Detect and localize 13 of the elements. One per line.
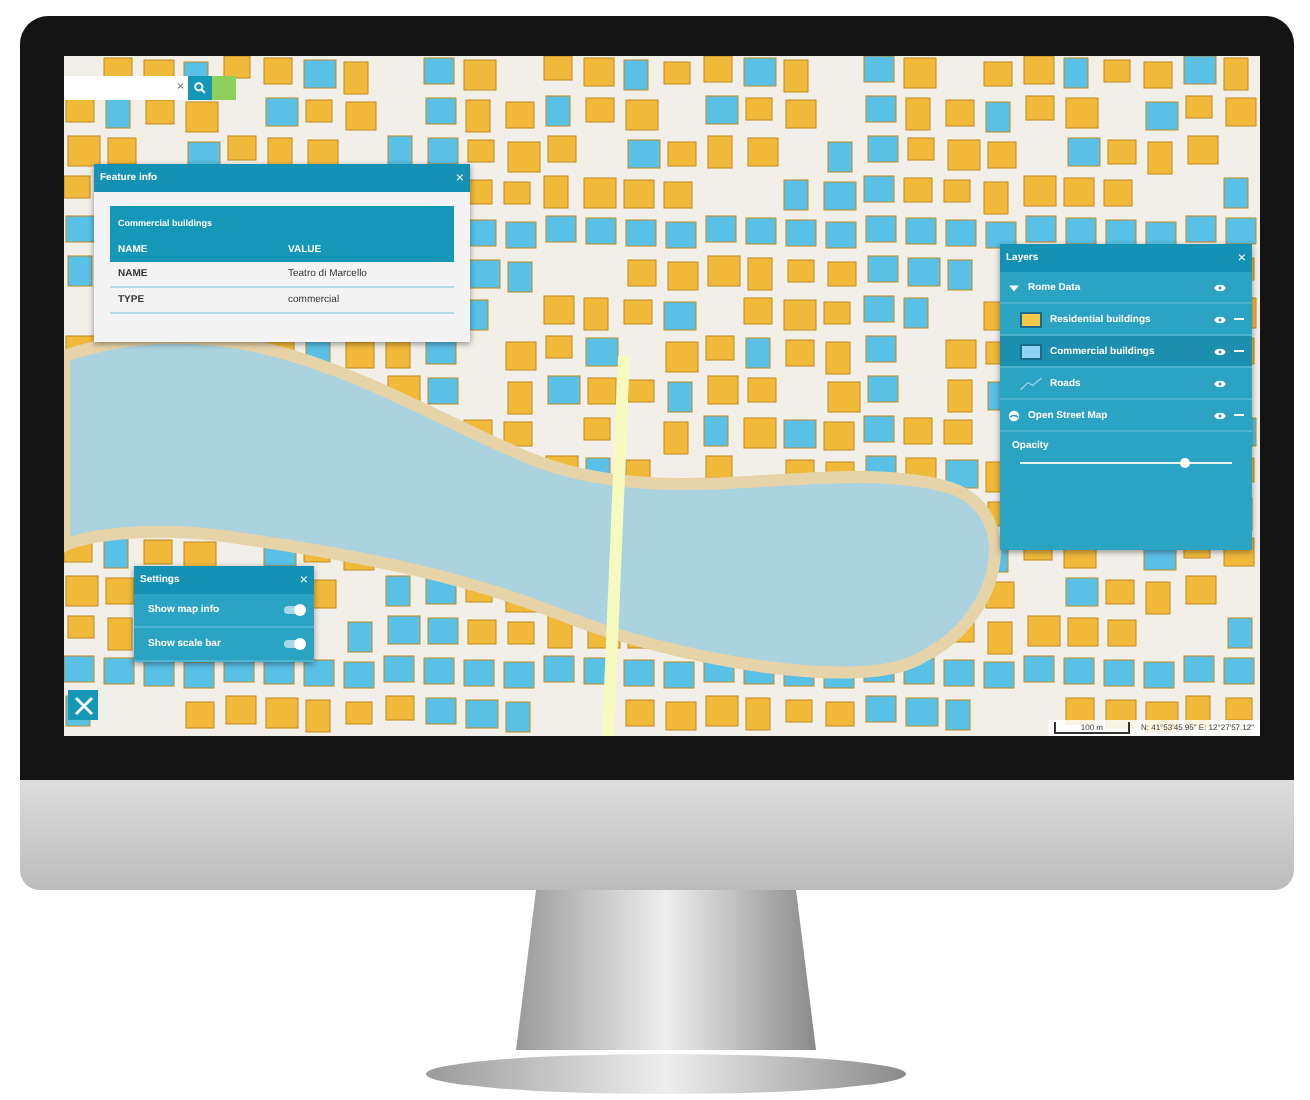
caret-down-icon[interactable] (1008, 281, 1020, 293)
eye-icon[interactable] (1214, 411, 1226, 419)
eye-icon[interactable] (1214, 379, 1226, 387)
slider-thumb[interactable] (1180, 458, 1191, 468)
tools-button[interactable] (68, 690, 98, 720)
eye-icon[interactable] (1214, 283, 1226, 291)
eye-icon[interactable] (1214, 347, 1226, 355)
eye-icon[interactable] (1214, 315, 1226, 323)
toggle-switch[interactable] (284, 606, 304, 614)
search-button[interactable] (188, 76, 212, 100)
line-icon (1020, 377, 1042, 389)
toggle-switch[interactable] (284, 640, 304, 648)
search-icon (194, 82, 206, 94)
